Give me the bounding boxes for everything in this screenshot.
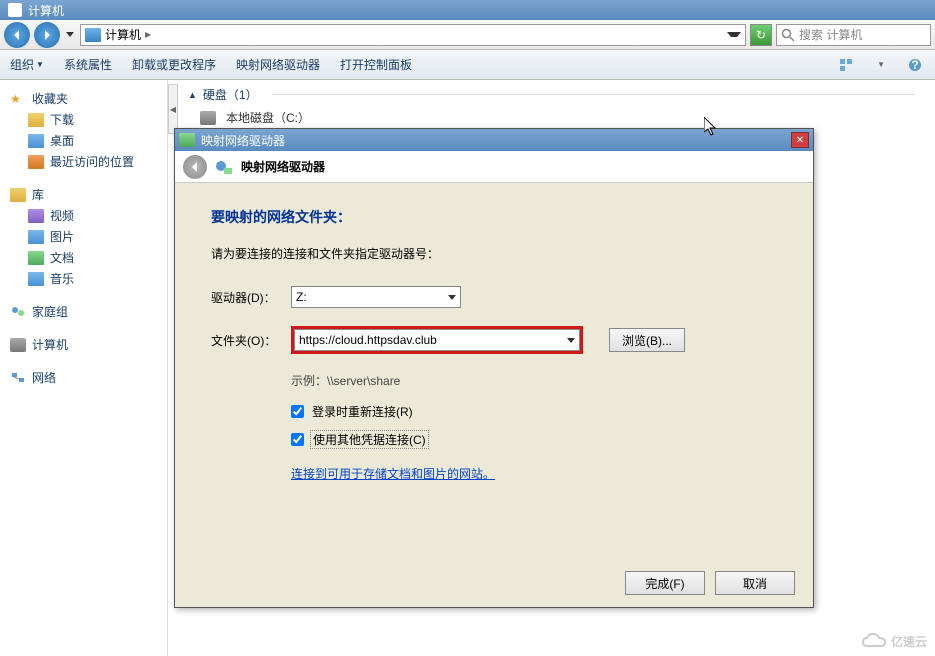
music-icon [28, 272, 44, 286]
browse-button[interactable]: 浏览(B)... [609, 328, 685, 352]
map-network-drive[interactable]: 映射网络驱动器 [236, 56, 320, 73]
history-dropdown[interactable] [64, 25, 76, 45]
drive-icon [179, 133, 195, 147]
cloud-icon [861, 632, 887, 650]
dialog-description: 请为要连接的连接和文件夹指定驱动器号： [211, 245, 777, 262]
toolbar: 组织▼ 系统属性 卸载或更改程序 映射网络驱动器 打开控制面板 ▼ ? [0, 50, 935, 80]
folder-input[interactable] [299, 333, 567, 347]
close-button[interactable]: ✕ [791, 132, 809, 148]
globe-drive-icon [215, 159, 233, 175]
view-options-icon[interactable] [837, 55, 857, 75]
star-icon: ★ [10, 92, 26, 106]
watermark: 亿速云 [861, 632, 927, 650]
map-drive-dialog: 映射网络驱动器 ✕ 映射网络驱动器 要映射的网络文件夹： 请为要连接的连接和文件… [174, 128, 814, 608]
window-title: 计算机 [28, 2, 64, 19]
search-box[interactable]: 搜索 计算机 [776, 24, 931, 46]
other-creds-label[interactable]: 使用其他凭据连接(C) [310, 430, 429, 449]
sidebar-item-downloads[interactable]: 下载 [0, 109, 167, 130]
dialog-back-button[interactable] [183, 155, 207, 179]
desktop-icon [28, 134, 44, 148]
sidebar-favorites[interactable]: ★ 收藏夹 [0, 88, 167, 109]
address-text: 计算机 [105, 26, 141, 43]
disk-icon [200, 111, 216, 125]
sidebar-item-video[interactable]: 视频 [0, 205, 167, 226]
folder-icon [28, 113, 44, 127]
network-icon [10, 371, 26, 385]
refresh-button[interactable]: ↻ [750, 24, 772, 46]
help-icon[interactable]: ? [905, 55, 925, 75]
disk-section-header[interactable]: ▲硬盘（1） [188, 86, 915, 103]
search-icon [781, 28, 795, 42]
svg-text:?: ? [911, 58, 918, 72]
sidebar-network[interactable]: 网络 [0, 367, 167, 388]
sidebar-item-music[interactable]: 音乐 [0, 268, 167, 289]
forward-button[interactable] [34, 22, 60, 48]
cancel-button[interactable]: 取消 [715, 571, 795, 595]
computer-icon [10, 338, 26, 352]
folder-label: 文件夹(O)： [211, 332, 279, 349]
sidebar-libraries[interactable]: 库 [0, 184, 167, 205]
sidebar-item-desktop[interactable]: 桌面 [0, 130, 167, 151]
dialog-title: 映射网络驱动器 [201, 132, 785, 149]
library-icon [10, 188, 26, 202]
recent-icon [28, 155, 44, 169]
uninstall-programs[interactable]: 卸载或更改程序 [132, 56, 216, 73]
collapse-sidebar-button[interactable]: ◀ [168, 84, 178, 134]
nav-bar: 计算机 ▶ ↻ 搜索 计算机 [0, 20, 935, 50]
sidebar-item-recent[interactable]: 最近访问的位置 [0, 151, 167, 172]
dialog-titlebar[interactable]: 映射网络驱动器 ✕ [175, 129, 813, 151]
dialog-header-title: 映射网络驱动器 [241, 158, 325, 175]
sidebar-homegroup[interactable]: 家庭组 [0, 301, 167, 322]
app-icon [8, 3, 22, 17]
sidebar-item-pictures[interactable]: 图片 [0, 226, 167, 247]
picture-icon [28, 230, 44, 244]
other-creds-checkbox[interactable] [291, 433, 304, 446]
dialog-header: 映射网络驱动器 [175, 151, 813, 183]
finish-button[interactable]: 完成(F) [625, 571, 705, 595]
address-dropdown[interactable] [727, 32, 741, 37]
sidebar-computer[interactable]: 计算机 [0, 334, 167, 355]
reconnect-checkbox[interactable] [291, 405, 304, 418]
window-titlebar: 计算机 [0, 0, 935, 20]
sidebar: ★ 收藏夹 下载 桌面 最近访问的位置 库 视频 图片 文档 音乐 家庭组 [0, 80, 168, 656]
address-bar[interactable]: 计算机 ▶ [80, 24, 746, 46]
homegroup-icon [10, 305, 26, 319]
storage-link[interactable]: 连接到可用于存储文档和图片的网站。 [291, 465, 777, 482]
drive-select[interactable]: Z: [291, 286, 461, 308]
open-control-panel[interactable]: 打开控制面板 [340, 56, 412, 73]
document-icon [28, 251, 44, 265]
dialog-footer: 完成(F) 取消 [625, 571, 795, 595]
video-icon [28, 209, 44, 223]
dialog-body: 要映射的网络文件夹： 请为要连接的连接和文件夹指定驱动器号： 驱动器(D)： Z… [175, 183, 813, 506]
drive-label: 驱动器(D)： [211, 289, 279, 306]
dialog-heading: 要映射的网络文件夹： [211, 207, 777, 227]
folder-combobox[interactable] [294, 329, 580, 351]
system-properties[interactable]: 系统属性 [64, 56, 112, 73]
example-text: 示例：\\server\share [291, 372, 777, 389]
sidebar-item-documents[interactable]: 文档 [0, 247, 167, 268]
organize-menu[interactable]: 组织▼ [10, 56, 44, 73]
back-button[interactable] [4, 22, 30, 48]
reconnect-label[interactable]: 登录时重新连接(R) [310, 403, 415, 420]
search-placeholder: 搜索 计算机 [799, 26, 862, 43]
computer-icon [85, 28, 101, 42]
